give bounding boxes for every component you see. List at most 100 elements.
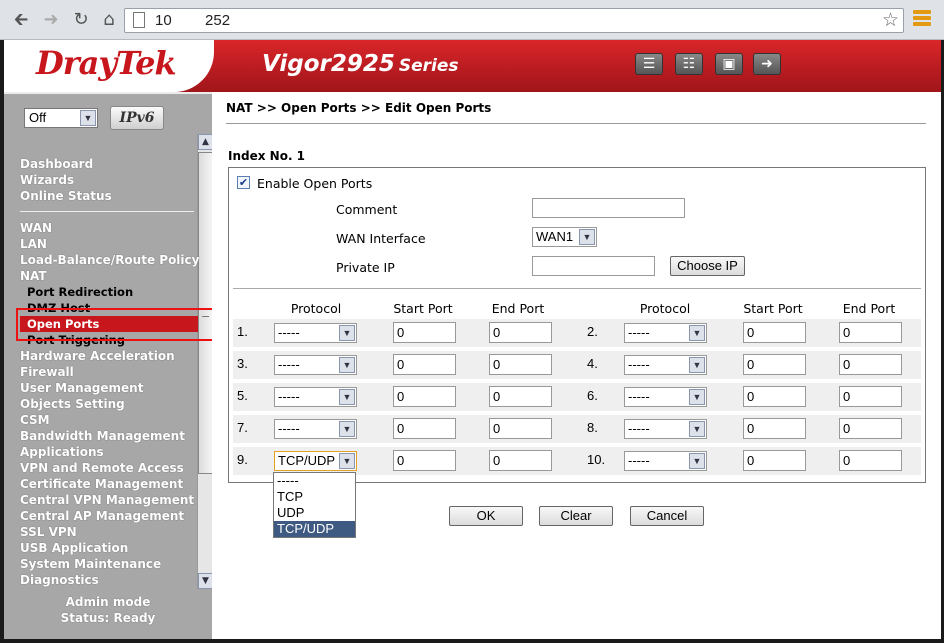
wan-interface-select[interactable]: WAN1 ▼ — [532, 227, 597, 247]
star-icon[interactable]: ☆ — [882, 9, 899, 32]
protocol-dropdown-list[interactable]: ----- TCP UDP TCP/UDP — [273, 472, 356, 538]
protocol-select[interactable]: TCP/UDP ▼ — [274, 451, 357, 471]
protocol-select[interactable]: ----- ▼ — [624, 355, 707, 375]
start-port-input[interactable]: 0 — [393, 322, 456, 343]
end-port-input[interactable]: 0 — [839, 322, 902, 343]
chevron-down-icon[interactable]: ▼ — [689, 421, 705, 437]
sidebar-item-central-vpn[interactable]: Central VPN Management — [20, 492, 198, 508]
start-port-input[interactable]: 0 — [393, 386, 456, 407]
protocol-value: ----- — [278, 325, 300, 340]
sidebar-item-port-redirection[interactable]: Port Redirection — [20, 284, 198, 300]
wan-interface-value: WAN1 — [536, 229, 574, 244]
chevron-down-icon[interactable]: ▼ — [689, 325, 705, 341]
sidebar-item-bandwidth-management[interactable]: Bandwidth Management — [20, 428, 198, 444]
clear-button[interactable]: Clear — [539, 506, 613, 526]
row-number: 1. — [237, 324, 248, 339]
sidebar-item-load-balance[interactable]: Load-Balance/Route Policy — [20, 252, 199, 268]
start-port-input[interactable]: 0 — [743, 418, 806, 439]
end-port-input[interactable]: 0 — [839, 418, 902, 439]
end-port-input[interactable]: 0 — [489, 450, 552, 471]
start-port-header-left: Start Port — [393, 301, 453, 316]
enable-open-ports-label: Enable Open Ports — [257, 176, 373, 191]
sidebar-item-csm[interactable]: CSM — [20, 412, 198, 428]
scroll-up-icon[interactable]: ▲ — [198, 134, 213, 150]
end-port-input[interactable]: 0 — [489, 322, 552, 343]
protocol-select[interactable]: ----- ▼ — [624, 419, 707, 439]
protocol-select[interactable]: ----- ▼ — [274, 323, 357, 343]
end-port-input[interactable]: 0 — [839, 354, 902, 375]
sidebar-scrollbar[interactable]: ▲ ▼ — [197, 134, 213, 589]
end-port-input[interactable]: 0 — [489, 354, 552, 375]
chevron-down-icon[interactable]: ▼ — [339, 357, 355, 373]
menu-icon[interactable] — [913, 10, 931, 30]
save-icon[interactable]: ▣ — [715, 53, 743, 75]
protocol-select[interactable]: ----- ▼ — [274, 387, 357, 407]
sidebar-item-wizards[interactable]: Wizards — [20, 172, 198, 188]
start-port-input[interactable]: 0 — [743, 386, 806, 407]
forward-arrow-icon[interactable]: ➜ — [40, 9, 62, 31]
sidebar-item-applications[interactable]: Applications — [20, 444, 198, 460]
protocol-select[interactable]: ----- ▼ — [624, 451, 707, 471]
end-port-input[interactable]: 0 — [489, 386, 552, 407]
start-port-input[interactable]: 0 — [743, 322, 806, 343]
sidebar-item-hardware-acceleration[interactable]: Hardware Acceleration — [20, 348, 198, 364]
sidebar-item-central-ap[interactable]: Central AP Management — [20, 508, 198, 524]
dropdown-option-selected[interactable]: TCP/UDP — [274, 521, 355, 537]
chevron-down-icon[interactable]: ▼ — [339, 325, 355, 341]
home-icon[interactable]: ⌂ — [98, 9, 120, 31]
start-port-input[interactable]: 0 — [393, 354, 456, 375]
sidebar-item-system-maintenance[interactable]: System Maintenance — [20, 556, 198, 572]
scroll-down-icon[interactable]: ▼ — [198, 573, 213, 589]
comment-input[interactable] — [532, 198, 685, 218]
start-port-input[interactable]: 0 — [393, 450, 456, 471]
chevron-down-icon[interactable]: ▼ — [579, 229, 595, 245]
sidebar-item-wan[interactable]: WAN — [20, 220, 198, 236]
ok-button[interactable]: OK — [449, 506, 523, 526]
mode-select[interactable]: Off ▼ — [24, 108, 98, 128]
sidebar-item-objects-setting[interactable]: Objects Setting — [20, 396, 198, 412]
reload-icon[interactable]: ↻ — [70, 9, 92, 31]
start-port-input[interactable]: 0 — [743, 354, 806, 375]
dropdown-option[interactable]: TCP — [274, 489, 355, 505]
protocol-select[interactable]: ----- ▼ — [274, 355, 357, 375]
protocol-select[interactable]: ----- ▼ — [624, 387, 707, 407]
end-port-input[interactable]: 0 — [489, 418, 552, 439]
chevron-down-icon[interactable]: ▼ — [689, 453, 705, 469]
protocol-select[interactable]: ----- ▼ — [274, 419, 357, 439]
protocol-select[interactable]: ----- ▼ — [624, 323, 707, 343]
start-port-input[interactable]: 0 — [743, 450, 806, 471]
choose-ip-button[interactable]: Choose IP — [670, 256, 745, 276]
ipv6-button[interactable]: IPv6 — [110, 106, 164, 130]
sidebar-item-user-management[interactable]: User Management — [20, 380, 198, 396]
page-icon — [133, 12, 145, 28]
settings-icon[interactable]: ☷ — [675, 53, 703, 75]
sidebar-item-firewall[interactable]: Firewall — [20, 364, 198, 380]
end-port-input[interactable]: 0 — [839, 386, 902, 407]
address-bar[interactable]: 10 252 ☆ — [124, 8, 904, 33]
sidebar-item-ssl-vpn[interactable]: SSL VPN — [20, 524, 198, 540]
start-port-input[interactable]: 0 — [393, 418, 456, 439]
sidebar-item-vpn[interactable]: VPN and Remote Access — [20, 460, 198, 476]
sidebar-item-online-status[interactable]: Online Status — [20, 188, 198, 204]
sidebar-item-dashboard[interactable]: Dashboard — [20, 156, 198, 172]
chevron-down-icon[interactable]: ▼ — [80, 110, 96, 126]
end-port-input[interactable]: 0 — [839, 450, 902, 471]
chevron-down-icon[interactable]: ▼ — [689, 357, 705, 373]
dropdown-option[interactable]: UDP — [274, 505, 355, 521]
chevron-down-icon[interactable]: ▼ — [339, 453, 355, 469]
sidebar-item-diagnostics[interactable]: Diagnostics — [20, 572, 198, 588]
sidebar-item-lan[interactable]: LAN — [20, 236, 198, 252]
back-arrow-icon[interactable]: 🡰 — [10, 9, 32, 31]
quick-start-icon[interactable]: ☰ — [635, 53, 663, 75]
sidebar-item-usb-application[interactable]: USB Application — [20, 540, 198, 556]
enable-open-ports-checkbox[interactable]: ✔ — [237, 176, 250, 189]
dropdown-option[interactable]: ----- — [274, 473, 355, 489]
private-ip-input[interactable] — [532, 256, 655, 276]
chevron-down-icon[interactable]: ▼ — [339, 389, 355, 405]
sidebar-item-certificate-management[interactable]: Certificate Management — [20, 476, 198, 492]
logout-icon[interactable]: ➜ — [753, 53, 781, 75]
sidebar-item-nat[interactable]: NAT — [20, 268, 198, 284]
cancel-button[interactable]: Cancel — [630, 506, 704, 526]
chevron-down-icon[interactable]: ▼ — [339, 421, 355, 437]
chevron-down-icon[interactable]: ▼ — [689, 389, 705, 405]
